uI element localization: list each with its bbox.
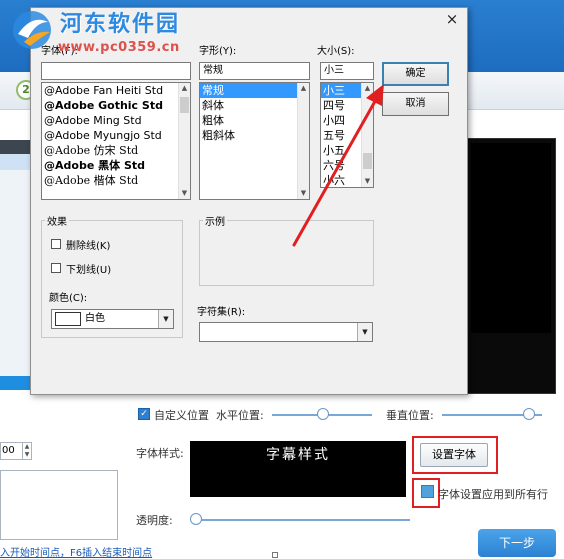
close-icon[interactable]: × — [443, 10, 461, 28]
strikeout-label: 删除线(K) — [66, 241, 111, 252]
color-swatch — [55, 312, 81, 326]
style-label: 字形(Y): — [199, 46, 237, 57]
font-list-item[interactable]: @Adobe Fan Heiti Std — [42, 83, 190, 98]
font-size-input[interactable]: 小三 — [320, 62, 374, 80]
video-preview-screen — [471, 143, 551, 333]
scroll-down-icon[interactable]: ▼ — [362, 176, 373, 187]
cancel-button[interactable]: 取消 — [382, 92, 449, 116]
font-list-item[interactable]: @Adobe Myungjo Std — [42, 128, 190, 143]
subtitle-text-area[interactable] — [0, 470, 118, 540]
custom-position-label: 自定义位置 — [154, 409, 209, 422]
scroll-up-icon[interactable]: ▲ — [179, 83, 190, 94]
custom-position-checkbox[interactable]: ✓ — [138, 408, 150, 420]
resize-handle[interactable] — [272, 552, 278, 558]
chevron-down-icon[interactable]: ▼ — [158, 310, 173, 328]
color-value: 白色 — [85, 313, 105, 324]
horizontal-position-label: 水平位置: — [216, 409, 264, 422]
font-list-scroll-thumb[interactable] — [180, 97, 189, 113]
scroll-down-icon[interactable]: ▼ — [298, 188, 309, 199]
opacity-thumb[interactable] — [190, 513, 202, 525]
stepper-arrows-icon[interactable]: ▲ ▼ — [22, 443, 31, 459]
font-name-list[interactable]: @Adobe Fan Heiti Std @Adobe Gothic Std @… — [41, 82, 191, 200]
style-list-scrollbar[interactable]: ▲ ▼ — [297, 83, 309, 199]
style-list-item[interactable]: 粗斜体 — [200, 128, 309, 143]
charset-label: 字符集(R): — [197, 307, 246, 318]
style-list-item-selected[interactable]: 常规 — [200, 83, 309, 98]
color-select[interactable]: 白色 ▼ — [51, 309, 174, 329]
set-font-highlight — [412, 436, 498, 474]
subtitle-style-preview: 字幕样式 — [190, 441, 406, 497]
font-list-item[interactable]: @Adobe 黑体 Std — [42, 158, 190, 173]
next-step-button[interactable]: 下一步 — [478, 529, 556, 557]
number-stepper[interactable]: 00 ▲ ▼ — [0, 442, 32, 460]
underline-label: 下划线(U) — [66, 265, 112, 276]
size-list-scrollbar[interactable]: ▲ ▼ — [361, 83, 373, 187]
font-style-label: 字体样式: — [136, 447, 184, 460]
font-list-item[interactable]: @Adobe Ming Std — [42, 113, 190, 128]
effects-title: 效果 — [45, 213, 69, 228]
scroll-up-icon[interactable]: ▲ — [298, 83, 309, 94]
number-stepper-value: 00 — [2, 445, 15, 456]
size-list-scroll-thumb[interactable] — [363, 153, 372, 169]
sample-title: 示例 — [203, 213, 227, 228]
subtitle-preview-text: 字幕样式 — [266, 447, 330, 463]
style-list-item[interactable]: 斜体 — [200, 98, 309, 113]
apply-all-label: 字体设置应用到所有行 — [438, 488, 548, 501]
horizontal-position-thumb[interactable] — [317, 408, 329, 420]
font-style-list[interactable]: 常规 斜体 粗体 粗斜体 ▲ ▼ — [199, 82, 310, 200]
scroll-up-icon[interactable]: ▲ — [362, 83, 373, 94]
font-list-scrollbar[interactable]: ▲ ▼ — [178, 83, 190, 199]
size-label: 大小(S): — [317, 46, 355, 57]
style-list-item[interactable]: 粗体 — [200, 113, 309, 128]
font-size-list[interactable]: 小三 四号 小四 五号 小五 六号 小六 ▲ ▼ — [320, 82, 374, 188]
video-preview — [466, 138, 556, 394]
vertical-position-label: 垂直位置: — [386, 409, 434, 422]
font-list-item[interactable]: @Adobe 楷体 Std — [42, 173, 190, 188]
color-label: 颜色(C): — [49, 293, 88, 304]
font-style-input[interactable]: 常规 — [199, 62, 310, 80]
watermark-url: www.pc0359.cn — [58, 40, 180, 55]
underline-checkbox[interactable] — [51, 263, 61, 273]
strikeout-checkbox[interactable] — [51, 239, 61, 249]
watermark-title: 河东软件园 — [60, 12, 181, 37]
apply-all-highlight — [412, 478, 440, 508]
font-name-input[interactable] — [41, 62, 191, 80]
charset-select[interactable]: ▼ — [199, 322, 373, 342]
sample-group — [199, 220, 374, 286]
font-list-item[interactable]: @Adobe Gothic Std — [42, 98, 190, 113]
opacity-slider[interactable] — [192, 519, 410, 521]
hotkey-hint-link[interactable]: 入开始时间点，F6插入结束时间点 — [0, 544, 152, 559]
watermark-logo-icon — [13, 11, 51, 49]
opacity-label: 透明度: — [136, 514, 173, 527]
font-list-item[interactable]: @Adobe 仿宋 Std — [42, 143, 190, 158]
font-dialog: × 字体(F): 字形(Y): 大小(S): 常规 小三 @Adobe Fan … — [30, 7, 468, 395]
scroll-down-icon[interactable]: ▼ — [179, 188, 190, 199]
ok-button[interactable]: 确定 — [382, 62, 449, 86]
vertical-position-thumb[interactable] — [523, 408, 535, 420]
chevron-down-icon[interactable]: ▼ — [357, 323, 372, 341]
